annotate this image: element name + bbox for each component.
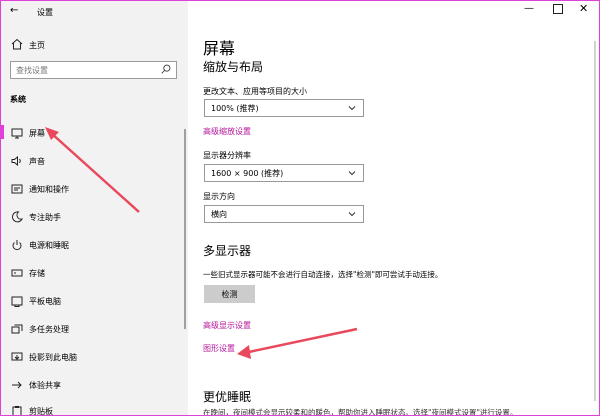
minimize-icon[interactable]: — — [524, 3, 534, 14]
sidebar-scrollbar[interactable] — [184, 129, 186, 329]
sidebar-home[interactable]: 主页 — [29, 40, 45, 51]
home-icon — [10, 37, 24, 51]
orientation-label: 显示方向 — [203, 192, 235, 201]
scale-section-title: 缩放与布局 — [203, 60, 264, 74]
speaker-icon — [10, 154, 24, 168]
graphics-settings-link[interactable]: 图形设置 — [203, 343, 235, 354]
orientation-value: 横向 — [211, 210, 227, 219]
multi-display-desc: 一些旧式显示器可能不会进行自动连接，选择"检测"即可尝试手动连接。 — [203, 270, 443, 279]
chevron-down-icon — [348, 106, 356, 111]
tablet-icon — [10, 294, 24, 308]
sidebar-item-tablet[interactable]: 平板电脑 — [1, 291, 181, 311]
sidebar-item-label: 体验共享 — [29, 381, 61, 390]
sidebar-item-label: 平板电脑 — [29, 297, 61, 306]
search-input[interactable]: 查找设置 — [10, 61, 177, 79]
maximize-icon[interactable] — [553, 4, 563, 14]
detect-button[interactable]: 检测 — [204, 285, 255, 303]
section-title-system: 系统 — [10, 95, 26, 104]
sidebar-item-project[interactable]: 投影到此电脑 — [1, 347, 181, 367]
sidebar-item-label: 通知和操作 — [29, 185, 69, 194]
scale-value: 100% (推荐) — [211, 104, 259, 113]
sidebar-item-storage[interactable]: 存储 — [1, 263, 181, 283]
multi-display-title: 多显示器 — [203, 244, 252, 258]
back-icon[interactable]: ← — [10, 5, 18, 16]
page-title: 屏幕 — [203, 39, 236, 58]
orientation-dropdown[interactable]: 横向 — [204, 205, 364, 223]
scale-label: 更改文本、应用等项目的大小 — [203, 87, 307, 96]
sidebar-item-label: 多任务处理 — [29, 325, 69, 334]
sidebar-item-shared-experiences[interactable]: 体验共享 — [1, 375, 181, 395]
sidebar-item-label: 投影到此电脑 — [29, 353, 77, 362]
detect-button-label: 检测 — [221, 290, 238, 299]
sidebar-item-label: 电源和睡眠 — [29, 241, 69, 250]
search-icon[interactable] — [160, 63, 172, 75]
moon-icon — [10, 210, 24, 224]
sidebar-item-notifications[interactable]: 通知和操作 — [1, 179, 181, 199]
sidebar-item-power-sleep[interactable]: 电源和睡眠 — [1, 235, 181, 255]
power-icon — [10, 238, 24, 252]
chevron-down-icon — [348, 171, 356, 176]
chevron-down-icon — [348, 212, 356, 217]
close-icon[interactable]: ✕ — [579, 2, 588, 15]
sidebar-item-label: 存储 — [29, 269, 45, 278]
search-placeholder: 查找设置 — [16, 66, 48, 75]
resolution-dropdown[interactable]: 1600 × 900 (推荐) — [204, 164, 364, 182]
clipboard-icon — [10, 404, 24, 415]
sleep-section-desc: 在晚间，夜间模式会显示较柔和的暖色，帮助你进入睡眠状态。选择"夜间模式设置"进行… — [203, 408, 518, 416]
resolution-value: 1600 × 900 (推荐) — [211, 169, 284, 178]
sleep-section-title: 更优睡眠 — [203, 390, 252, 404]
main-scrollbar[interactable] — [594, 41, 596, 401]
multitask-icon — [10, 322, 24, 336]
notification-icon — [10, 182, 24, 196]
window-title: 设置 — [37, 8, 53, 17]
monitor-icon — [10, 126, 24, 140]
advanced-display-link[interactable]: 高级显示设置 — [203, 320, 251, 331]
sidebar-item-label: 屏幕 — [29, 129, 45, 138]
storage-icon — [10, 266, 24, 280]
sidebar-item-multitasking[interactable]: 多任务处理 — [1, 319, 181, 339]
resolution-label: 显示器分辨率 — [203, 151, 251, 160]
sidebar-item-clipboard[interactable]: 剪贴板 — [1, 401, 181, 416]
share-icon — [10, 378, 24, 392]
sidebar-item-focus-assist[interactable]: 专注助手 — [1, 207, 181, 227]
sidebar-item-sound[interactable]: 声音 — [1, 151, 181, 171]
scale-dropdown[interactable]: 100% (推荐) — [204, 99, 364, 117]
advanced-scale-link[interactable]: 高级缩放设置 — [203, 126, 251, 137]
project-icon — [10, 350, 24, 364]
settings-window: ← 设置 主页 查找设置 系统 屏幕 声音 通知和操作 专注助手 电源和睡眠 存… — [0, 0, 600, 416]
sidebar-item-label: 专注助手 — [29, 213, 61, 222]
sidebar-item-label: 声音 — [29, 157, 45, 166]
sidebar: ← 设置 主页 查找设置 系统 屏幕 声音 通知和操作 专注助手 电源和睡眠 存… — [1, 1, 188, 415]
sidebar-item-screen[interactable]: 屏幕 — [1, 123, 181, 143]
sidebar-item-label: 剪贴板 — [29, 407, 53, 416]
